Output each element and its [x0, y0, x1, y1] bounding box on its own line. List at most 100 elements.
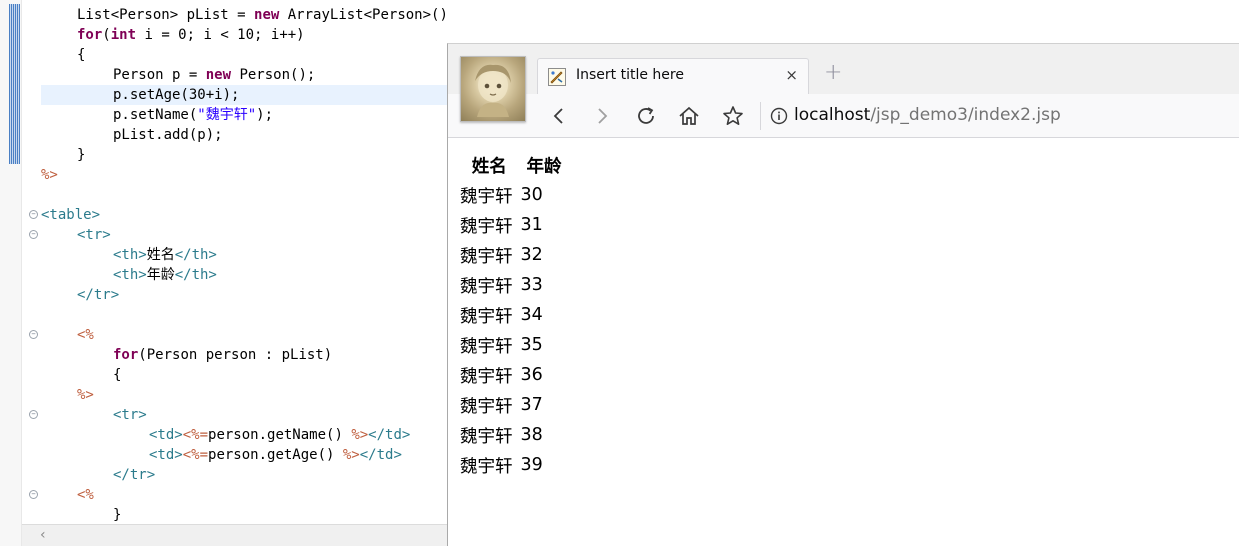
cell-name: 魏宇轩	[460, 306, 513, 327]
table-row: 魏宇轩 39	[460, 451, 568, 479]
code-token: p.setName(	[113, 107, 198, 123]
code-line: <tr>	[41, 405, 448, 425]
code-token: }	[113, 507, 122, 523]
home-button[interactable]	[672, 99, 706, 133]
cell-age: 36	[520, 365, 543, 385]
tab-insert-title[interactable]: Insert title here ×	[537, 58, 809, 94]
code-token: <table>	[41, 207, 101, 223]
table-header-row: 姓名 年龄	[460, 152, 568, 179]
table-body: 魏宇轩 30 魏宇轩 31 魏宇轩 32 魏宇轩 33 魏宇轩 34 魏宇轩 35 魏宇轩 36 魏宇轩 37…	[460, 181, 568, 479]
code-line: {	[41, 365, 448, 385]
header-age: 年龄	[526, 157, 562, 177]
table-row: 魏宇轩 31	[460, 211, 568, 239]
code-token: );	[256, 107, 274, 123]
star-icon	[723, 106, 743, 125]
code-token: </tr>	[77, 287, 120, 303]
forward-button[interactable]	[585, 99, 619, 133]
table-row: 魏宇轩 37	[460, 391, 568, 419]
code-line: p.setAge(30+i);	[41, 85, 448, 105]
fold-toggle-icon[interactable]: −	[29, 230, 38, 239]
code-line: pList.add(p);	[41, 125, 448, 145]
reload-button[interactable]	[629, 99, 663, 133]
code-token: <%	[77, 487, 94, 503]
tab-strip: Insert title here × +	[448, 44, 1239, 94]
cell-age: 39	[520, 455, 543, 475]
code-token: "魏宇轩"	[197, 107, 257, 123]
cell-name: 魏宇轩	[460, 216, 513, 237]
code-token: <%=	[182, 447, 209, 463]
info-icon[interactable]	[770, 107, 788, 125]
page-favicon-icon	[548, 68, 566, 86]
table-row: 魏宇轩 32	[460, 241, 568, 269]
code-token: {	[113, 367, 122, 383]
cell-name: 魏宇轩	[460, 246, 513, 267]
fold-toggle-icon[interactable]: −	[29, 410, 38, 419]
code-line: <table>	[41, 205, 448, 225]
code-token: 年龄	[146, 267, 175, 283]
code-token: person.getName()	[208, 427, 352, 443]
code-token: Person();	[231, 67, 316, 83]
change-marker-bar	[9, 4, 20, 164]
cell-age: 38	[520, 425, 543, 445]
browser-window: Insert title here × + localhost/jsp_demo…	[447, 43, 1239, 546]
code-token: for	[77, 27, 103, 43]
code-token: %>	[351, 427, 369, 443]
table-row: 魏宇轩 36	[460, 361, 568, 389]
code-lines: List<Person> pList = new ArrayList<Perso…	[41, 5, 448, 525]
back-arrow-icon	[553, 108, 563, 124]
code-line: List<Person> pList = new ArrayList<Perso…	[41, 5, 448, 25]
code-token: </th>	[174, 267, 217, 283]
code-token: </td>	[368, 427, 411, 443]
table-row: 魏宇轩 38	[460, 421, 568, 449]
tab-title: Insert title here	[576, 67, 684, 83]
code-line: <td><%=person.getName() %></td>	[41, 425, 448, 445]
cell-name: 魏宇轩	[460, 186, 513, 207]
code-line: for(int i = 0; i < 10; i++)	[41, 25, 448, 45]
code-token: <%	[77, 327, 94, 343]
code-editor[interactable]: − − − − − List<Person> pList = new ArrayList…	[0, 0, 448, 546]
code-line: <th>年龄</th>	[41, 265, 448, 285]
code-token: for	[113, 347, 139, 363]
cell-name: 魏宇轩	[460, 396, 513, 417]
code-line: }	[41, 505, 448, 525]
forward-arrow-icon	[598, 108, 608, 124]
cell-age: 31	[520, 215, 543, 235]
window-thumbnail-image	[460, 56, 526, 122]
code-token: pList.add(p);	[113, 127, 223, 143]
code-token: </td>	[359, 447, 402, 463]
code-token: p.setAge(30+i);	[113, 87, 240, 103]
code-token: </tr>	[113, 467, 156, 483]
header-name: 姓名	[471, 157, 507, 177]
code-token: <%=	[182, 427, 209, 443]
code-token: }	[77, 147, 86, 163]
bookmark-button[interactable]	[716, 99, 750, 133]
fold-toggle-icon[interactable]: −	[29, 490, 38, 499]
code-token: <th>	[113, 247, 147, 263]
url-path: /jsp_demo3/index2.jsp	[870, 105, 1061, 125]
code-line: }	[41, 145, 448, 165]
code-line: for(Person person : pList)	[41, 345, 448, 365]
fold-toggle-icon[interactable]: −	[29, 210, 38, 219]
code-line: </tr>	[41, 285, 448, 305]
code-token: <td>	[149, 427, 183, 443]
scroll-left-arrow-icon[interactable]: ‹	[40, 527, 46, 543]
cell-name: 魏宇轩	[460, 276, 513, 297]
code-token: person.getAge()	[208, 447, 343, 463]
fold-toggle-icon[interactable]: −	[29, 330, 38, 339]
reload-icon	[638, 107, 654, 124]
back-button[interactable]	[542, 99, 576, 133]
cell-name: 魏宇轩	[460, 456, 513, 477]
code-token: (	[102, 27, 111, 43]
cell-age: 32	[520, 245, 543, 265]
code-token: <tr>	[113, 407, 147, 423]
home-icon	[679, 106, 699, 125]
code-token: Person p =	[113, 67, 206, 83]
horizontal-scrollbar[interactable]: ‹	[22, 524, 448, 546]
code-token: new	[254, 7, 280, 23]
table-row: 魏宇轩 33	[460, 271, 568, 299]
url-bar[interactable]: localhost/jsp_demo3/index2.jsp	[794, 105, 1061, 125]
new-tab-icon[interactable]: +	[824, 60, 842, 85]
tab-close-icon[interactable]: ×	[785, 66, 798, 84]
